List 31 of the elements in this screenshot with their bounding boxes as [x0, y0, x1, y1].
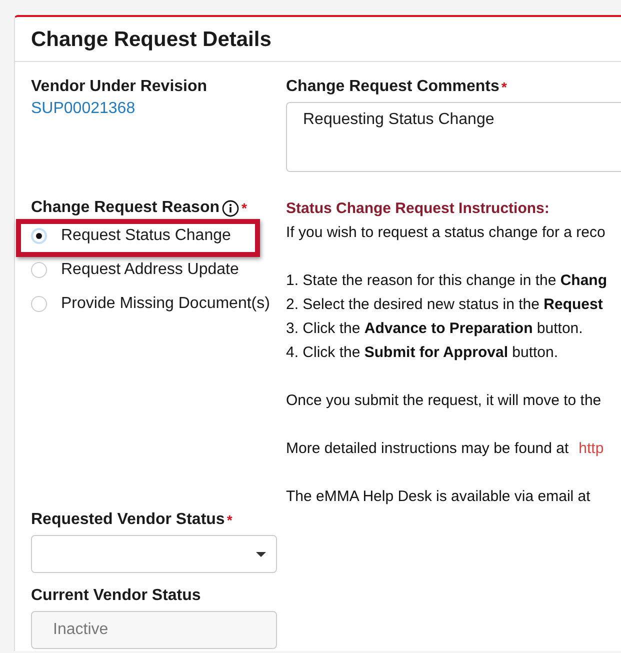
- instruction-step: 2. Select the desired new status in the Request: [286, 293, 621, 317]
- required-mark: *: [226, 511, 232, 530]
- panel-title: Change Request Details: [31, 27, 272, 53]
- field-label: Requested Vendor Status: [31, 510, 225, 530]
- instruction-text: Once you submit the request, it will move to the: [286, 392, 602, 409]
- field-label: Change Request Comments: [286, 77, 500, 97]
- required-mark: *: [501, 78, 507, 97]
- instruction-step: 4. Click the Submit for Approval button.: [286, 341, 621, 365]
- caret-icon: [256, 552, 266, 556]
- vendor-link[interactable]: SUP00021368: [31, 100, 136, 117]
- radio-button[interactable]: [31, 296, 47, 312]
- status-field: Inactive: [31, 611, 277, 649]
- required-mark: *: [241, 199, 247, 218]
- field-label: Change Request Reason: [31, 198, 220, 218]
- radio-button[interactable]: [31, 262, 47, 278]
- radio-label[interactable]: Request Address Update: [61, 261, 239, 279]
- instructions-heading: Status Change Request Instructions:: [286, 199, 550, 219]
- comments-field[interactable]: Requesting Status Change: [286, 102, 621, 172]
- info-icon[interactable]: [222, 200, 240, 216]
- radio-button[interactable]: [31, 228, 47, 244]
- field-label: Vendor Under Revision: [31, 77, 208, 97]
- instruction-step: 3. Click the Advance to Preparation button.: [286, 317, 621, 341]
- instruction-text: The eMMA Help Desk is available via email at: [286, 488, 590, 505]
- radio-label[interactable]: Request Status Change: [61, 227, 231, 245]
- status-dropdown[interactable]: [31, 535, 277, 573]
- radio-label[interactable]: Provide Missing Document(s): [61, 295, 270, 313]
- url-link[interactable]: http: [578, 440, 604, 457]
- instruction-text: If you wish to request a status change for a reco: [286, 224, 606, 241]
- field-label: Current Vendor Status: [31, 586, 201, 606]
- instruction-text: More detailed instructions may be found at: [286, 440, 569, 457]
- instruction-step: 1. State the reason for this change in the Chang: [286, 269, 621, 293]
